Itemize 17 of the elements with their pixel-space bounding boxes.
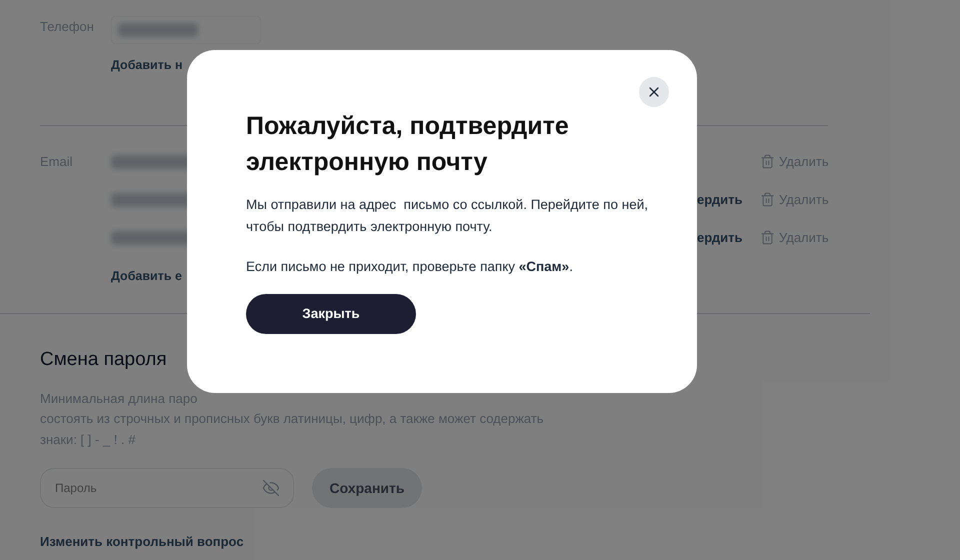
dialog-note: Если письмо не приходит, проверьте папку «Спам». (246, 258, 574, 276)
trash-icon (760, 192, 775, 207)
section-title: Смена пароля (40, 348, 168, 372)
trash-icon (760, 230, 775, 245)
add-email-link[interactable]: Добавить е (111, 269, 182, 283)
confirm-link[interactable]: ердить (697, 190, 742, 210)
save-button[interactable]: Сохранить (312, 468, 422, 508)
security-question-link[interactable]: Изменить контрольный вопрос (40, 532, 960, 552)
add-phone-link[interactable]: Добавить н (111, 58, 183, 72)
dialog-message: Мы отправили на адрес письмо со ссылкой. Перейдите по ней, чтобы подтвердить электронную почту. (246, 196, 649, 236)
password-field[interactable]: Пароль (40, 468, 294, 508)
close-dialog-button[interactable]: Закрыть (246, 294, 416, 334)
eye-off-icon (262, 479, 280, 497)
confirm-link[interactable]: ердить (697, 228, 742, 248)
dialog-title: Пожалуйста, подтвердите электронную почту (246, 111, 570, 178)
trash-icon (760, 154, 775, 169)
close-button[interactable] (639, 77, 669, 107)
